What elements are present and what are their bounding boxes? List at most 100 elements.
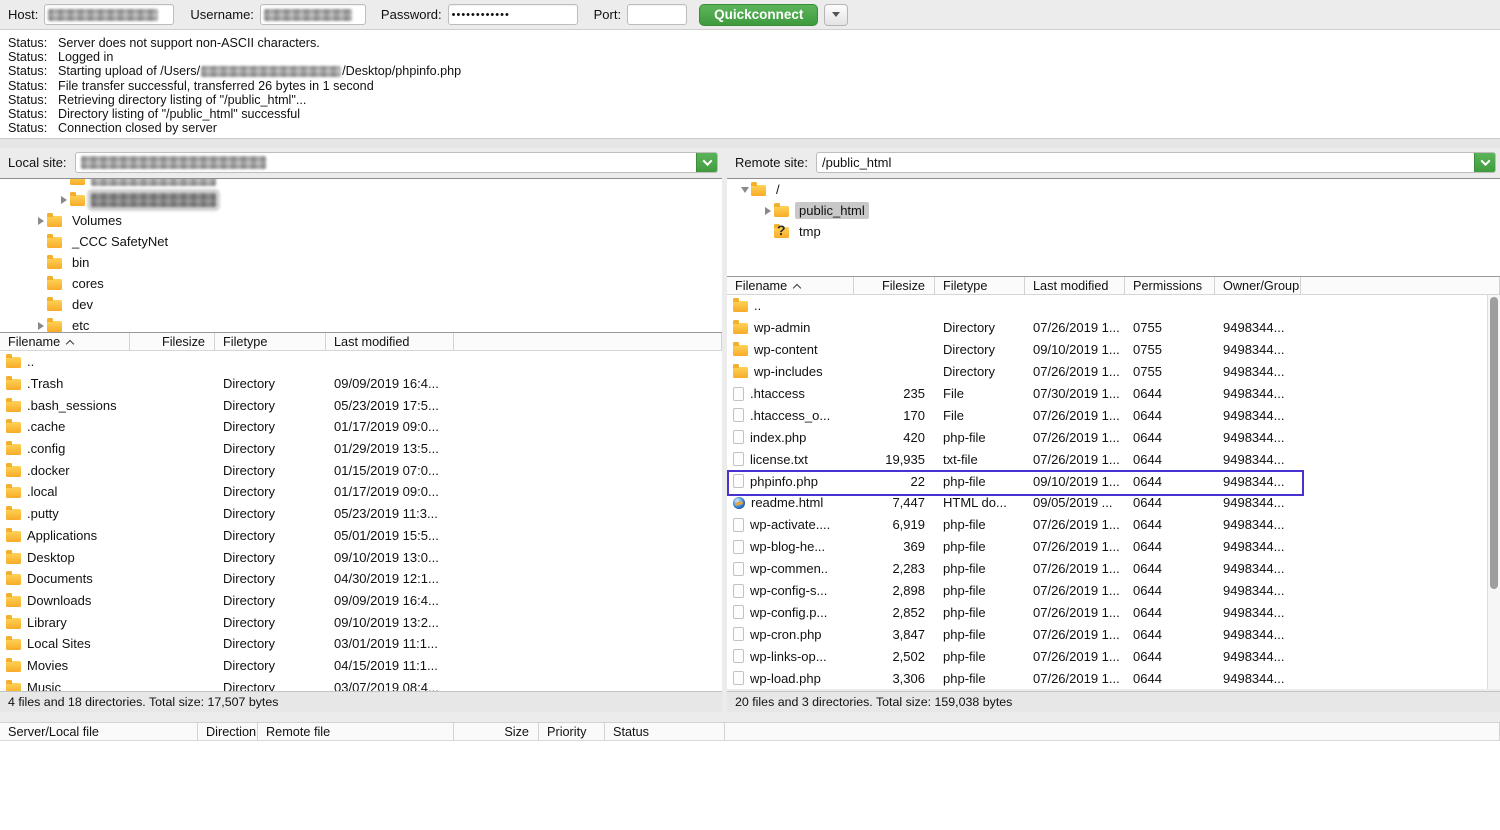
expand-arrow-icon[interactable] [762,207,774,215]
column-header-spacer [1301,277,1500,295]
quickconnect-dropdown-button[interactable] [824,4,848,26]
port-input[interactable] [627,4,687,25]
filename-text: wp-links-op... [750,649,827,664]
spacer-cell [454,525,722,547]
filename-cell: license.txt [727,448,854,470]
column-header-last-modified[interactable]: Last modified [1025,277,1125,295]
list-row[interactable]: wp-config-s...2,898php-file07/26/2019 1.… [727,580,1500,602]
list-row[interactable]: wp-links-op...2,502php-file07/26/2019 1.… [727,645,1500,667]
list-row[interactable]: wp-activate....6,919php-file07/26/2019 1… [727,514,1500,536]
list-row[interactable]: phpinfo.php22php-file09/10/2019 1...0644… [727,470,1500,492]
list-row[interactable]: MusicDirectory03/07/2019 08:4... [0,676,722,691]
tree-item[interactable] [0,189,722,210]
collapse-arrow-icon[interactable] [739,187,751,193]
file-icon [733,430,744,444]
username-input[interactable] [260,4,366,25]
list-row[interactable]: index.php420php-file07/26/2019 1...06449… [727,426,1500,448]
filetype-cell: Directory [215,590,326,612]
list-row[interactable]: Local SitesDirectory03/01/2019 11:1... [0,633,722,655]
queue-column-priority[interactable]: Priority [539,723,605,741]
tree-item[interactable]: Volumes [0,210,722,231]
host-label: Host: [8,7,38,22]
list-row[interactable]: DownloadsDirectory09/09/2019 16:4... [0,590,722,612]
list-row[interactable]: .htaccess_o...170File07/26/2019 1...0644… [727,404,1500,426]
filename-text: wp-includes [754,364,823,379]
host-input[interactable] [44,4,174,25]
list-row[interactable]: .. [0,351,722,373]
modified-cell: 05/23/2019 17:5... [326,394,454,416]
permissions-cell: 0644 [1125,536,1215,558]
tree-item[interactable]: dev [0,294,722,315]
tree-item[interactable]: _CCC SafetyNet [0,231,722,252]
queue-column-size[interactable]: Size [454,723,539,741]
list-row[interactable]: wp-includesDirectory07/26/2019 1...07559… [727,361,1500,383]
list-row[interactable]: .. [727,295,1500,317]
local-site-label: Local site: [0,155,67,170]
scrollbar-thumb[interactable] [1490,297,1498,589]
column-header-permissions[interactable]: Permissions [1125,277,1215,295]
expand-arrow-icon[interactable] [58,196,70,204]
column-header-filename[interactable]: Filename [0,333,130,351]
local-site-dropdown-button[interactable] [696,152,717,173]
tree-item[interactable]: / [727,179,1500,200]
divider [0,138,1500,148]
password-input[interactable]: •••••••••••• [448,4,578,25]
filezilla-window: Host: Username: Password: •••••••••••• P… [0,0,1500,830]
expand-arrow-icon[interactable] [35,322,47,330]
list-row[interactable]: wp-commen..2,283php-file07/26/2019 1...0… [727,558,1500,580]
expand-arrow-icon[interactable] [35,217,47,225]
list-row[interactable]: DocumentsDirectory04/30/2019 12:1... [0,568,722,590]
queue-column-direction[interactable]: Direction [198,723,258,741]
list-row[interactable]: .cacheDirectory01/17/2019 09:0... [0,416,722,438]
tree-item[interactable]: bin [0,252,722,273]
list-row[interactable]: .TrashDirectory09/09/2019 16:4... [0,373,722,395]
filename-cell: Desktop [0,546,130,568]
list-row[interactable]: .htaccess235File07/30/2019 1...064494983… [727,383,1500,405]
html-document-icon [733,497,745,509]
tree-item[interactable]: cores [0,273,722,294]
column-header-filetype[interactable]: Filetype [935,277,1025,295]
redacted-path [201,66,341,77]
column-header-filesize[interactable]: Filesize [130,333,215,351]
queue-column-status[interactable]: Status [605,723,725,741]
queue-column-server-local-file[interactable]: Server/Local file [0,723,198,741]
list-row[interactable]: ApplicationsDirectory05/01/2019 15:5... [0,525,722,547]
column-header-last-modified[interactable]: Last modified [326,333,454,351]
tree-item[interactable]: etc [0,315,722,333]
remote-scrollbar[interactable] [1487,295,1500,689]
list-row[interactable]: wp-load.php3,306php-file07/26/2019 1...0… [727,667,1500,689]
list-row[interactable]: .bash_sessionsDirectory05/23/2019 17:5..… [0,394,722,416]
list-row[interactable]: wp-config.p...2,852php-file07/26/2019 1.… [727,601,1500,623]
list-row[interactable]: DesktopDirectory09/10/2019 13:0... [0,546,722,568]
list-row[interactable]: wp-blog-he...369php-file07/26/2019 1...0… [727,536,1500,558]
column-header-filename[interactable]: Filename [727,277,854,295]
queue-column-remote-file[interactable]: Remote file [258,723,454,741]
spacer-cell [454,546,722,568]
list-row[interactable]: .dockerDirectory01/15/2019 07:0... [0,459,722,481]
local-site-input[interactable] [75,152,718,173]
list-row[interactable]: .configDirectory01/29/2019 13:5... [0,438,722,460]
list-row[interactable]: readme.html7,447HTML do...09/05/2019 ...… [727,492,1500,514]
list-row[interactable]: LibraryDirectory09/10/2019 13:2... [0,611,722,633]
column-header-owner-group[interactable]: Owner/Group [1215,277,1301,295]
list-row[interactable]: license.txt19,935txt-file07/26/2019 1...… [727,448,1500,470]
remote-site-dropdown-button[interactable] [1474,152,1495,173]
list-row[interactable]: .localDirectory01/17/2019 09:0... [0,481,722,503]
remote-site-input[interactable]: /public_html [816,152,1496,173]
list-row[interactable]: wp-adminDirectory07/26/2019 1...07559498… [727,317,1500,339]
list-row[interactable]: .puttyDirectory05/23/2019 11:3... [0,503,722,525]
list-row[interactable]: wp-cron.php3,847php-file07/26/2019 1...0… [727,623,1500,645]
tree-item[interactable]: public_html [727,200,1500,221]
owner-cell: 9498344... [1215,645,1301,667]
redacted-folder-name [91,193,216,207]
column-header-spacer [454,333,722,351]
tree-item[interactable]: tmp [727,221,1500,242]
tree-item[interactable] [0,178,722,189]
list-row[interactable]: MoviesDirectory04/15/2019 11:1... [0,655,722,677]
filetype-cell: Directory [215,394,326,416]
column-header-filesize[interactable]: Filesize [854,277,935,295]
list-row[interactable]: wp-contentDirectory09/10/2019 1...075594… [727,339,1500,361]
permissions-cell: 0755 [1125,361,1215,383]
quickconnect-button[interactable]: Quickconnect [699,4,818,26]
column-header-filetype[interactable]: Filetype [215,333,326,351]
